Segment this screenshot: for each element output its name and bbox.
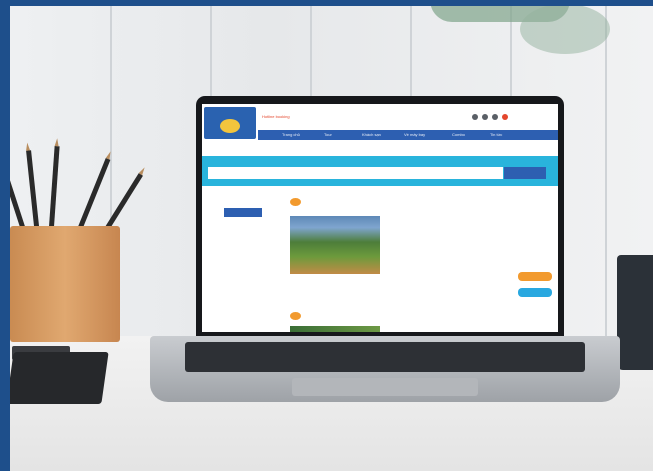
wooden-pencil-holder bbox=[10, 226, 120, 342]
nav-item[interactable]: Combo bbox=[452, 132, 465, 137]
search-band bbox=[202, 156, 558, 186]
search-input[interactable] bbox=[208, 167, 503, 179]
site-logo[interactable] bbox=[204, 107, 256, 139]
search-button[interactable] bbox=[504, 167, 546, 179]
laptop-keyboard bbox=[185, 342, 585, 372]
book-now-button[interactable] bbox=[518, 272, 552, 281]
wall-plank bbox=[605, 6, 607, 336]
rating-badge-icon bbox=[290, 198, 301, 206]
frame-border bbox=[0, 0, 10, 471]
main-nav: Trang chủ Tour Khách sạn Vé máy bay Comb… bbox=[258, 130, 558, 140]
laptop-touchpad bbox=[292, 378, 478, 396]
nav-item[interactable]: Tin tức bbox=[490, 132, 502, 137]
laptop-display: Hotline booking Trang chủ Tour Khách sạn… bbox=[202, 104, 558, 332]
nav-item[interactable]: Khách sạn bbox=[362, 132, 381, 137]
cart-icon[interactable] bbox=[492, 114, 498, 120]
apply-filter-button[interactable] bbox=[224, 208, 262, 217]
language-icon[interactable] bbox=[502, 114, 508, 120]
nav-item[interactable]: Tour bbox=[324, 132, 332, 137]
nav-item[interactable]: Trang chủ bbox=[282, 132, 300, 137]
mug bbox=[617, 255, 653, 370]
hotel-photo[interactable] bbox=[290, 326, 380, 332]
hotline-text[interactable]: Hotline booking bbox=[262, 114, 290, 119]
view-details-button[interactable] bbox=[518, 288, 552, 297]
photo-scene: Hotline booking Trang chủ Tour Khách sạn… bbox=[0, 0, 653, 471]
search-icon[interactable] bbox=[472, 114, 478, 120]
logo-mark-icon bbox=[220, 119, 240, 133]
rating-badge-icon bbox=[290, 312, 301, 320]
hotel-photo[interactable] bbox=[290, 216, 380, 274]
plant-leaf bbox=[520, 4, 610, 54]
notebook bbox=[6, 352, 109, 404]
nav-item[interactable]: Vé máy bay bbox=[404, 132, 425, 137]
filter-sidebar bbox=[206, 202, 282, 217]
frame-border bbox=[0, 0, 653, 6]
user-icon[interactable] bbox=[482, 114, 488, 120]
